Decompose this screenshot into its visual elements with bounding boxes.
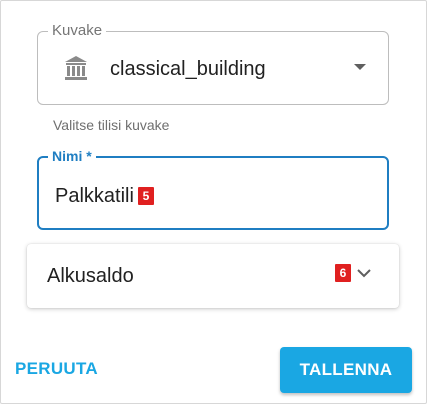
classical-building-icon [64,55,88,81]
dropdown-arrow-icon[interactable] [354,64,366,70]
panel-title: Alkusaldo [47,265,134,287]
icon-select-value: classical_building [110,58,266,80]
name-field-value-wrap[interactable]: Palkkatili 5 [55,183,154,209]
icon-select-helper: Valitse tilisi kuvake [53,117,170,133]
marker-badge: 5 [137,187,154,205]
marker-badge: 6 [335,264,351,282]
cancel-button[interactable]: PERUUTA [15,359,98,379]
save-button[interactable]: TALLENNA [280,347,412,393]
icon-select[interactable]: Kuvake classical_building [37,21,389,105]
initial-balance-panel[interactable]: Alkusaldo 6 [27,244,399,308]
panel-controls[interactable]: 6 [335,264,373,282]
dialog: Kuvake classical_building Valitse tilisi… [0,0,427,404]
icon-select-label: Kuvake [48,21,107,41]
name-field-value[interactable]: Palkkatili [55,183,134,209]
name-field-label: Nimi * [48,146,96,166]
chevron-down-icon[interactable] [355,264,373,282]
name-field[interactable]: Nimi * Palkkatili 5 [37,146,389,230]
